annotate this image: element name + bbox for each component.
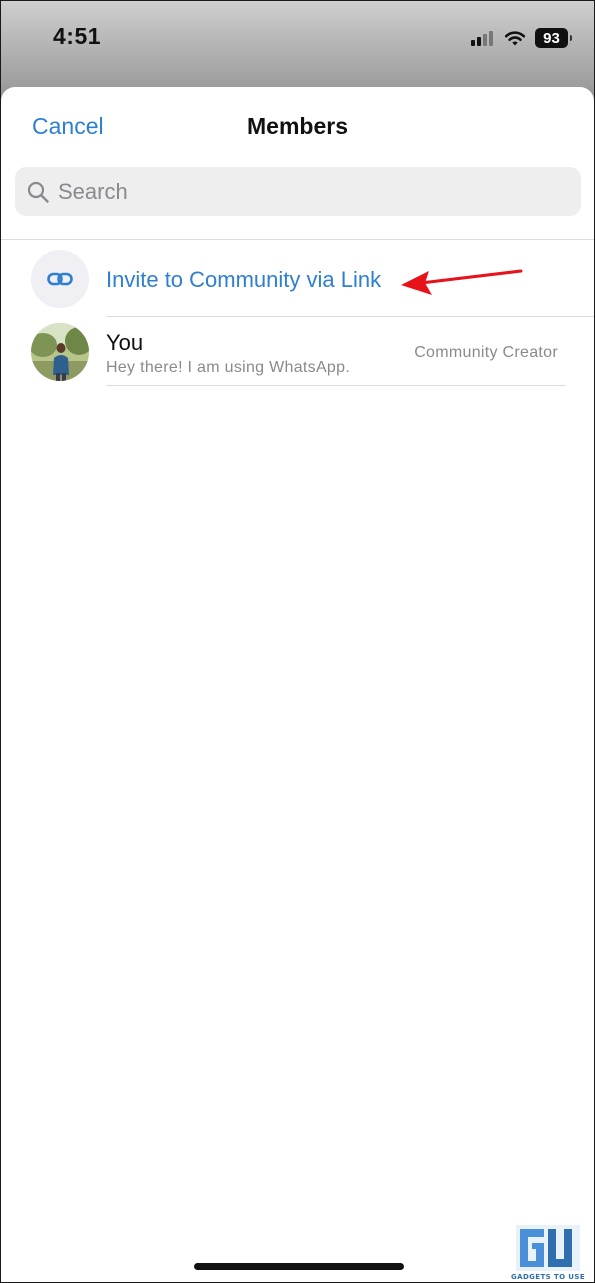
- watermark-logo: GADGETS TO USE: [510, 1223, 586, 1282]
- link-icon: [47, 272, 73, 286]
- battery-icon: 93: [535, 28, 572, 48]
- members-sheet: Members Cancel Invite to Community via L…: [1, 87, 594, 1282]
- search-icon: [27, 181, 49, 203]
- avatar: [31, 323, 89, 381]
- battery-level: 93: [543, 29, 560, 47]
- signal-icon: [471, 31, 493, 46]
- watermark-text: GADGETS TO USE: [510, 1273, 586, 1281]
- search-bar[interactable]: [15, 167, 581, 216]
- phone-screen: 4:51 93 Members Cancel Search Invite to …: [0, 0, 595, 1283]
- link-icon-circle: [31, 250, 89, 308]
- status-icons: 93: [471, 27, 572, 49]
- member-status-text: Hey there! I am using WhatsApp.: [106, 359, 351, 376]
- member-role-badge: Community Creator: [414, 344, 558, 361]
- invite-link-label: Invite to Community via Link: [106, 267, 382, 292]
- gadgets-to-use-logo-icon: [516, 1225, 580, 1271]
- home-indicator[interactable]: [194, 1263, 404, 1270]
- member-row-you[interactable]: You Hey there! I am using WhatsApp. Comm…: [1, 317, 594, 387]
- search-input[interactable]: [58, 178, 558, 205]
- member-name: You: [106, 330, 144, 355]
- annotation-arrow-icon: [401, 269, 523, 295]
- status-time: 4:51: [53, 23, 102, 49]
- wifi-icon: [504, 31, 526, 46]
- row-divider: [106, 385, 566, 386]
- status-bar: 4:51 93: [1, 1, 594, 87]
- divider: [1, 239, 594, 240]
- invite-via-link-row[interactable]: Invite to Community via Link: [1, 247, 594, 317]
- cancel-button[interactable]: Cancel: [32, 113, 104, 140]
